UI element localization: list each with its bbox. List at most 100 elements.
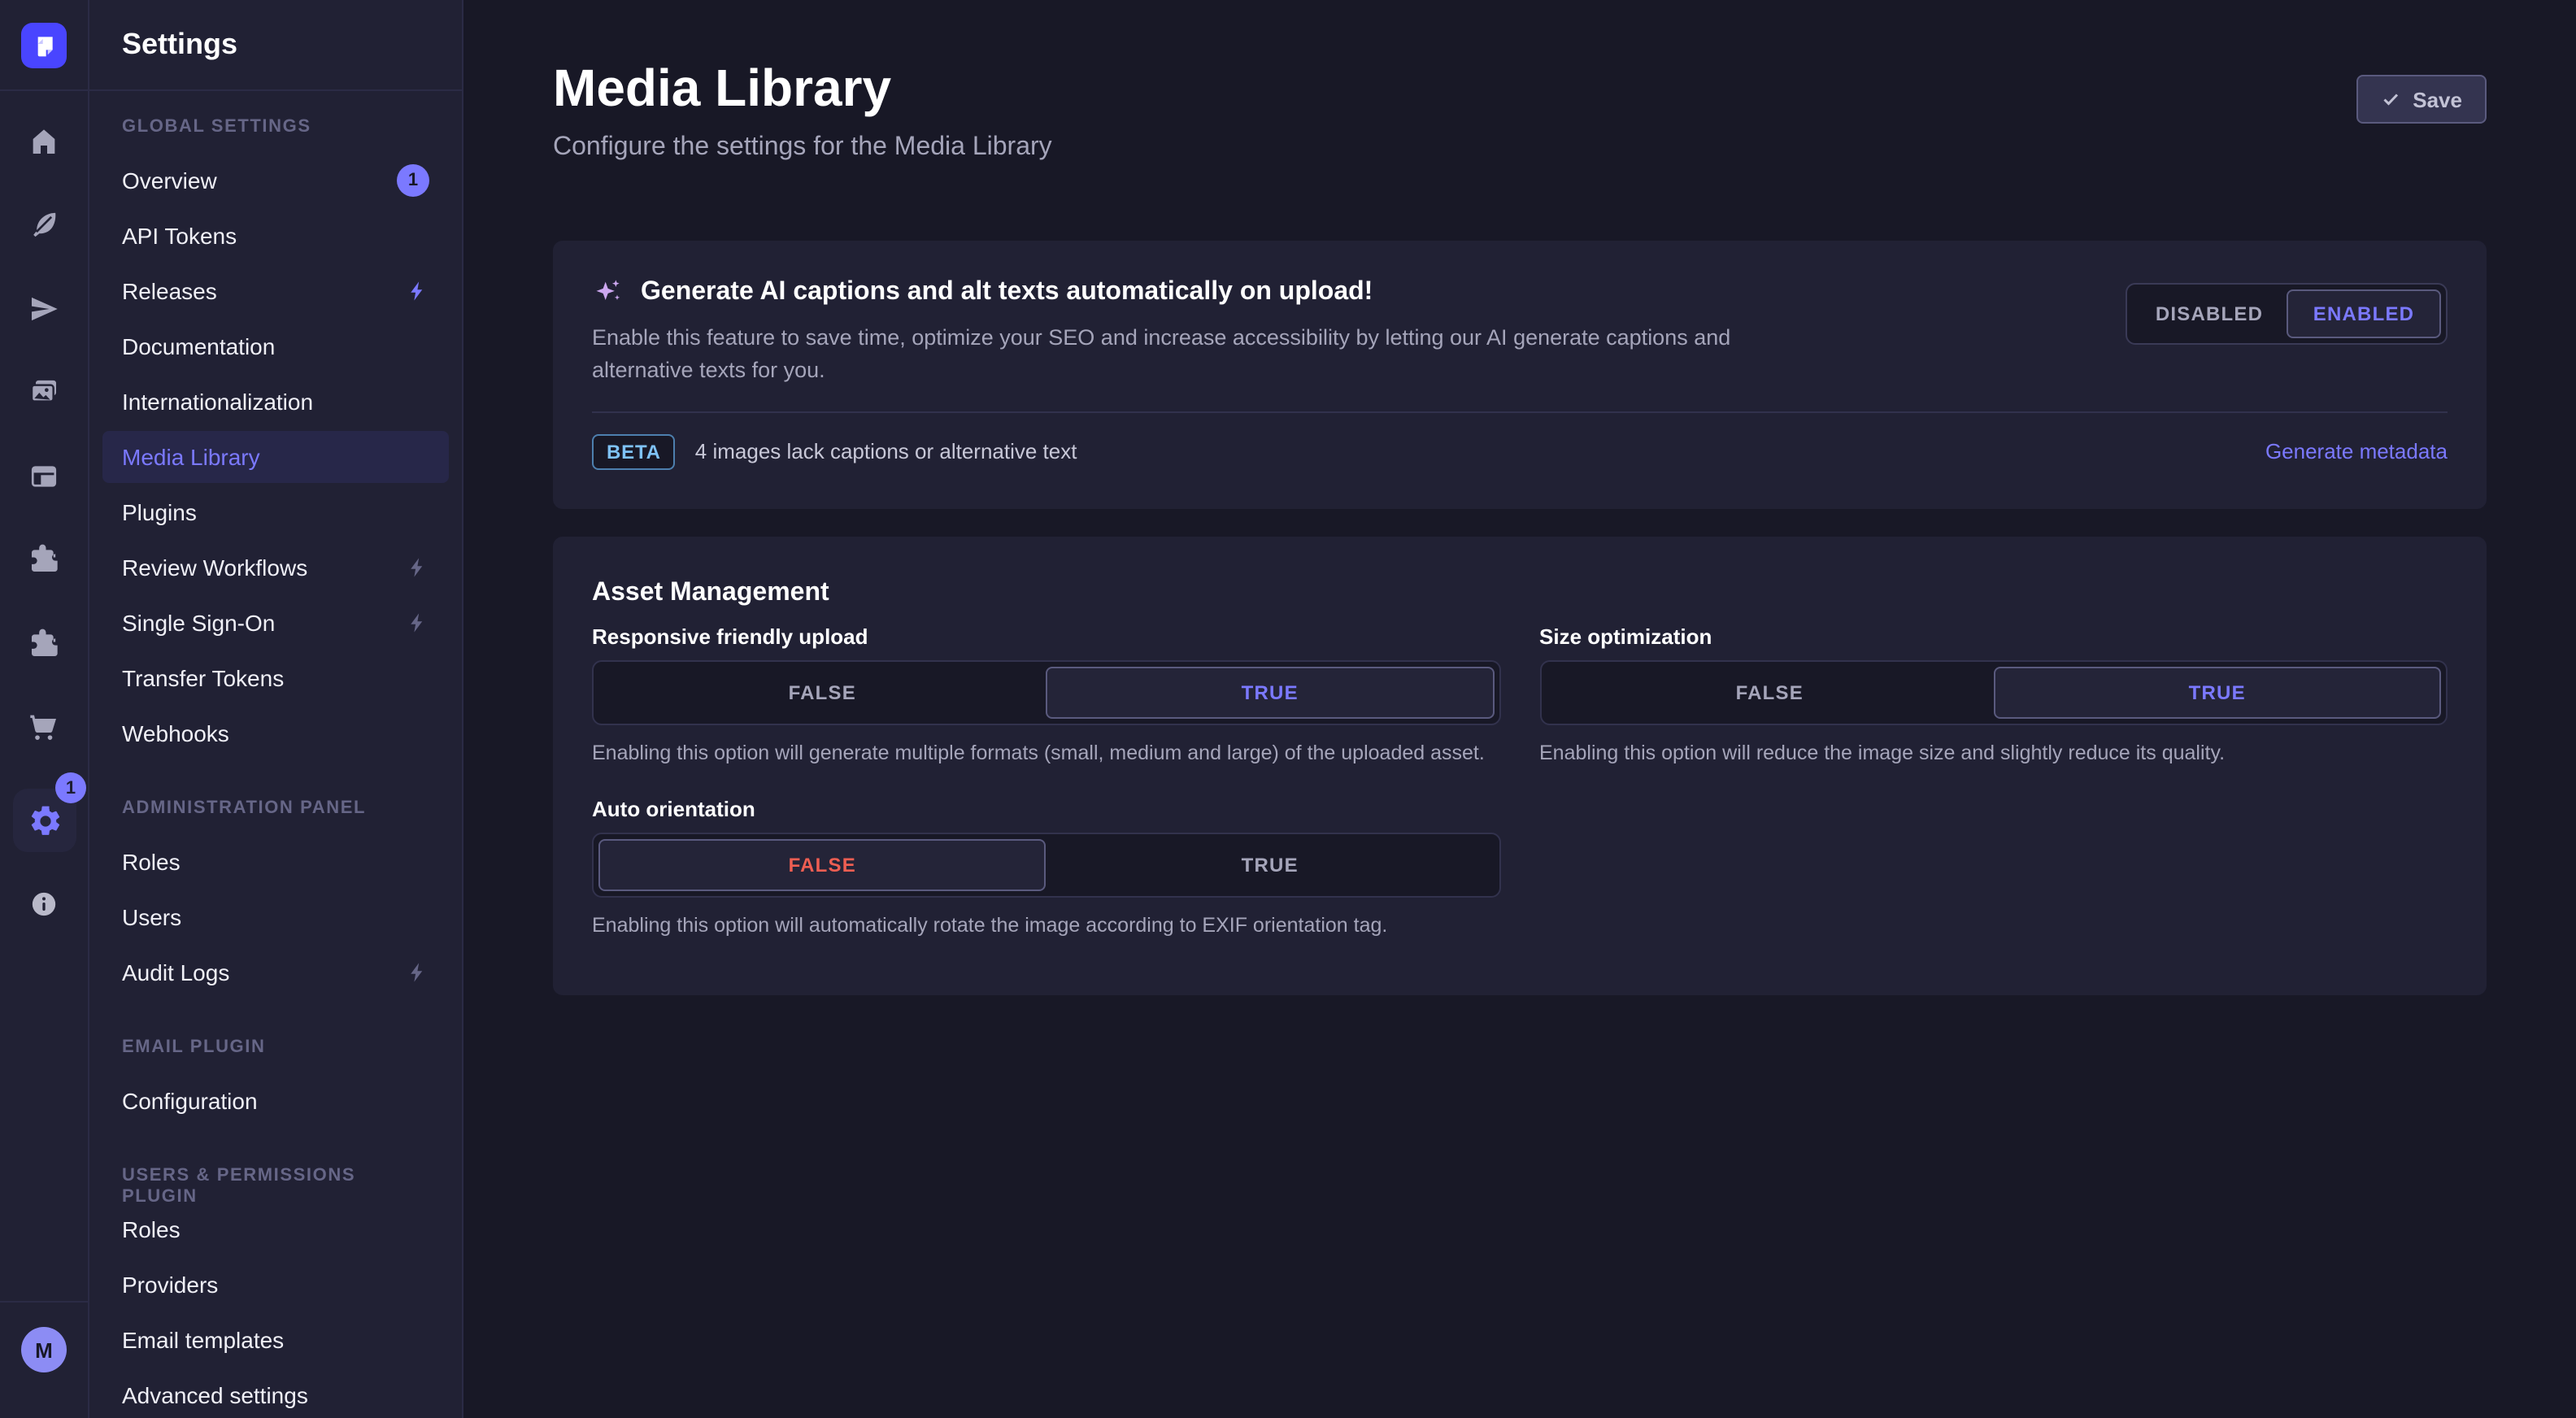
sidebar-item-label: Advanced settings <box>122 1382 308 1408</box>
sidebar-item-label: Webhooks <box>122 720 229 746</box>
sidebar-item-label: Roles <box>122 849 181 875</box>
section-label: EMAIL PLUGIN <box>102 1037 449 1059</box>
feather-glyph <box>28 208 60 241</box>
section-label: USERS & PERMISSIONS PLUGIN <box>102 1166 449 1187</box>
sidebar-item-users[interactable]: Users <box>102 891 449 943</box>
settings-gear-icon[interactable]: 1 <box>13 789 76 852</box>
auto-orientation-true-option[interactable]: TRUE <box>1046 839 1495 891</box>
banner-footer: BETA 4 images lack captions or alternati… <box>592 433 2448 469</box>
lightning-icon <box>407 611 429 634</box>
section-label: GLOBAL SETTINGS <box>102 117 449 138</box>
page-header: Media Library Configure the settings for… <box>553 0 2487 163</box>
section-email-plugin: EMAIL PLUGIN Configuration <box>102 1037 449 1127</box>
page-subtitle: Configure the settings for the Media Lib… <box>553 133 2487 163</box>
sidebar-item-up-roles[interactable]: Roles <box>102 1203 449 1255</box>
user-avatar[interactable]: M <box>21 1327 67 1372</box>
feather-icon[interactable] <box>24 205 63 244</box>
sidebar-item-label: Documentation <box>122 333 275 359</box>
sparkle-icon <box>592 276 624 309</box>
media-library-glyph <box>28 376 60 408</box>
sidebar-header: Settings <box>89 0 462 91</box>
field-hint: Enabling this option will generate multi… <box>592 738 1500 768</box>
home-icon[interactable] <box>24 122 63 161</box>
missing-captions-status: 4 images lack captions or alternative te… <box>695 439 1077 463</box>
puzzle-2-glyph <box>28 628 60 660</box>
field-size-optimization: Size optimization FALSE TRUE Enabling th… <box>1539 624 2448 768</box>
lightning-icon <box>407 280 429 302</box>
auto-orientation-false-option[interactable]: FALSE <box>598 839 1046 891</box>
section-users-permissions-plugin: USERS & PERMISSIONS PLUGIN Roles Provide… <box>102 1166 449 1418</box>
field-label: Size optimization <box>1539 624 2448 650</box>
puzzle-icon-2[interactable] <box>24 624 63 663</box>
responsive-upload-true-option[interactable]: TRUE <box>1046 667 1495 719</box>
paper-plane-glyph <box>28 293 60 325</box>
save-button[interactable]: Save <box>2356 75 2487 124</box>
icon-rail: 1 M <box>0 0 89 1418</box>
sidebar-item-label: Single Sign-On <box>122 610 275 636</box>
info-glyph <box>28 888 60 920</box>
sidebar-item-review-workflows[interactable]: Review Workflows <box>102 542 449 594</box>
sidebar-item-label: Email templates <box>122 1327 284 1353</box>
size-optimization-true-option[interactable]: TRUE <box>1994 667 2442 719</box>
puzzle-icon[interactable] <box>24 540 63 579</box>
field-responsive-friendly-upload: Responsive friendly upload FALSE TRUE En… <box>592 624 1500 768</box>
sidebar-item-configuration[interactable]: Configuration <box>102 1075 449 1127</box>
banner-description: Enable this feature to save time, optimi… <box>592 322 1804 388</box>
strapi-logo-icon[interactable] <box>21 22 67 67</box>
sidebar-item-releases[interactable]: Releases <box>102 265 449 317</box>
sidebar-item-label: Audit Logs <box>122 959 229 985</box>
sidebar-item-transfer-tokens[interactable]: Transfer Tokens <box>102 652 449 704</box>
ai-captions-banner: Generate AI captions and alt texts autom… <box>553 241 2487 509</box>
settings-notification-badge: 1 <box>55 772 86 803</box>
section-administration-panel: ADMINISTRATION PANEL Roles Users Audit L… <box>102 798 449 998</box>
sidebar-item-label: Releases <box>122 278 217 304</box>
sidebar-item-overview[interactable]: Overview 1 <box>102 154 449 207</box>
info-icon[interactable] <box>24 885 63 924</box>
sidebar-item-label: API Tokens <box>122 223 237 249</box>
banner-divider <box>592 411 2448 412</box>
field-auto-orientation: Auto orientation FALSE TRUE Enabling thi… <box>592 797 1500 940</box>
generate-metadata-link[interactable]: Generate metadata <box>2265 439 2448 463</box>
sidebar-item-label: Providers <box>122 1272 218 1298</box>
ai-captions-enabled-option[interactable]: ENABLED <box>2287 289 2441 338</box>
home-glyph <box>28 125 60 158</box>
beta-badge: BETA <box>592 433 676 469</box>
sidebar-item-audit-logs[interactable]: Audit Logs <box>102 946 449 998</box>
field-hint: Enabling this option will automatically … <box>592 911 1500 940</box>
sidebar-item-plugins[interactable]: Plugins <box>102 486 449 538</box>
asset-management-card: Asset Management Responsive friendly upl… <box>553 537 2487 995</box>
sidebar-item-email-templates[interactable]: Email templates <box>102 1314 449 1366</box>
ai-captions-toggle: DISABLED ENABLED <box>2126 283 2448 345</box>
sidebar-item-api-tokens[interactable]: API Tokens <box>102 210 449 262</box>
field-label: Responsive friendly upload <box>592 624 1500 650</box>
section-global-settings: GLOBAL SETTINGS Overview 1 API Tokens Re… <box>102 117 449 759</box>
sidebar-item-admin-roles[interactable]: Roles <box>102 836 449 888</box>
sidebar-item-advanced-settings[interactable]: Advanced settings <box>102 1369 449 1418</box>
ai-captions-disabled-option[interactable]: DISABLED <box>2132 289 2287 338</box>
section-label: ADMINISTRATION PANEL <box>102 798 449 820</box>
sidebar-nav: GLOBAL SETTINGS Overview 1 API Tokens Re… <box>89 91 462 1418</box>
sidebar-item-internationalization[interactable]: Internationalization <box>102 376 449 428</box>
layout-glyph <box>28 460 60 493</box>
sidebar-title: Settings <box>122 28 237 62</box>
cart-glyph <box>28 711 60 743</box>
sidebar-item-webhooks[interactable]: Webhooks <box>102 707 449 759</box>
banner-title: Generate AI captions and alt texts autom… <box>641 278 1373 307</box>
sidebar-item-media-library[interactable]: Media Library <box>102 431 449 483</box>
puzzle-glyph <box>28 543 60 576</box>
layout-icon[interactable] <box>24 457 63 496</box>
main-content: Media Library Configure the settings for… <box>463 0 2576 1418</box>
sidebar-item-documentation[interactable]: Documentation <box>102 320 449 372</box>
paper-plane-icon[interactable] <box>24 289 63 328</box>
sidebar-item-providers[interactable]: Providers <box>102 1259 449 1311</box>
sidebar-item-single-sign-on[interactable]: Single Sign-On <box>102 597 449 649</box>
cart-icon[interactable] <box>24 707 63 746</box>
auto-orientation-toggle: FALSE TRUE <box>592 833 1500 898</box>
asset-management-fields: Responsive friendly upload FALSE TRUE En… <box>592 624 2448 941</box>
page-title: Media Library <box>553 62 2487 114</box>
responsive-upload-false-option[interactable]: FALSE <box>598 667 1046 719</box>
strapi-settings-app: 1 M Settings GLOBAL SETTINGS Overview 1 <box>0 0 2576 1418</box>
size-optimization-false-option[interactable]: FALSE <box>1546 667 1994 719</box>
media-library-icon[interactable] <box>24 372 63 411</box>
asset-management-title: Asset Management <box>592 579 2448 608</box>
